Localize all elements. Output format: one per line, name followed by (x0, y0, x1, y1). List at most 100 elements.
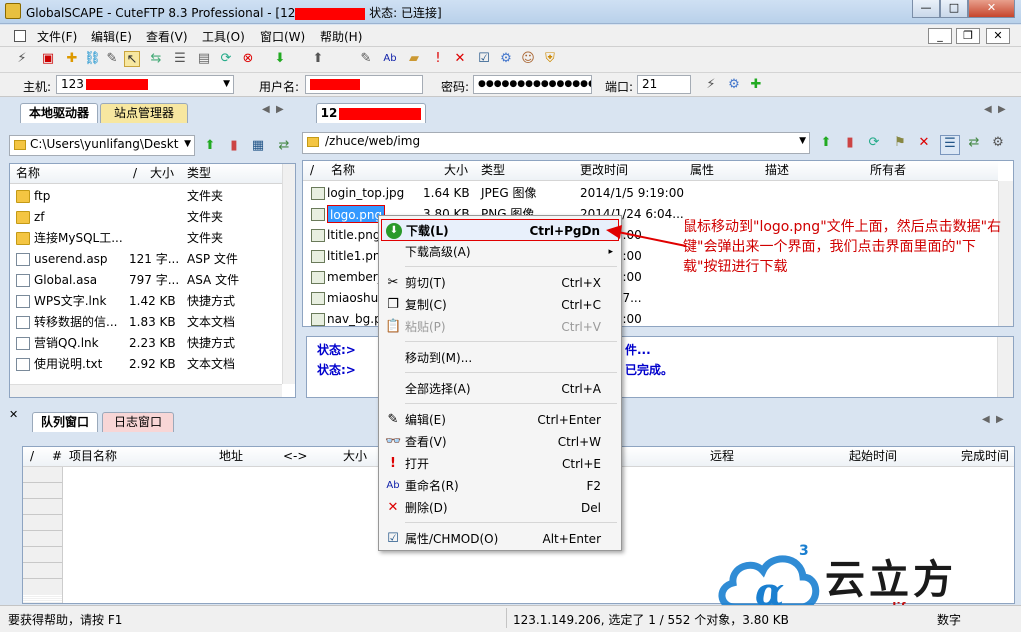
mdi-minimize-button[interactable]: _ (928, 28, 952, 44)
tab-site-manager[interactable]: 站点管理器 (100, 103, 188, 123)
local-file-row[interactable]: 转移数据的信... 1.83 KB 文本文档 (10, 312, 282, 333)
bookmark-icon[interactable]: ▮ (226, 138, 242, 154)
menu-view[interactable]: 查看(V) (146, 28, 188, 45)
upload-icon[interactable]: ⬆ (310, 51, 326, 67)
local-file-row[interactable]: Global.asa 797 字... ASA 文件 (10, 270, 282, 291)
server-icon[interactable]: ▤ (196, 51, 212, 67)
view-mode-icon[interactable]: ▦ (250, 138, 266, 154)
remote-view-mode-icon[interactable]: ☰ (940, 135, 960, 155)
file-name: zf (34, 210, 45, 224)
remote-tab-scroll-arrows[interactable]: ◀ ▶ (984, 104, 1006, 115)
delete-icon: ✕ (387, 500, 399, 515)
exclamation-icon[interactable]: ! (430, 51, 446, 67)
remote-filter-icon[interactable]: ⚑ (892, 135, 908, 151)
log-scrollbar[interactable] (997, 337, 1013, 397)
local-file-row[interactable]: WPS文字.lnk 1.42 KB 快捷方式 (10, 291, 282, 312)
menu-edit[interactable]: 编辑(E) (91, 28, 132, 45)
queue-tab-scroll-arrows[interactable]: ◀ ▶ (982, 414, 1004, 425)
minimize-button[interactable]: — (912, 0, 940, 18)
menu-item-label: 复制(C) (405, 298, 447, 312)
close-button[interactable]: ✕ (968, 0, 1015, 18)
support-icon[interactable]: ☺ (520, 51, 536, 67)
file-size: 2.92 KB (129, 357, 176, 371)
tab-scroll-arrows[interactable]: ◀ ▶ (262, 104, 284, 115)
tab-log-window[interactable]: 日志窗口 (102, 412, 174, 432)
menu-tools[interactable]: 工具(O) (202, 28, 245, 45)
local-path-input[interactable]: C:\Users\yunlifang\Deskt ▼ (9, 135, 195, 156)
disconnect-icon[interactable]: ⛓ (84, 51, 101, 67)
mdi-restore-button[interactable]: ❐ (956, 28, 980, 44)
connect-icon[interactable]: ⚡ (14, 51, 30, 67)
transfer-icon[interactable]: ⇆ (148, 51, 164, 67)
pointer-icon[interactable]: ↖ (124, 51, 140, 67)
context-menu-item[interactable]: ✂ 剪切(T) Ctrl+X (381, 272, 619, 294)
local-file-row[interactable]: ftp 文件夹 (10, 186, 282, 207)
username-input[interactable] (305, 75, 423, 94)
delete-icon[interactable]: ✕ (452, 51, 468, 67)
local-file-row[interactable]: userend.asp 121 字... ASP 文件 (10, 249, 282, 270)
context-menu-item[interactable]: 全部选择(A) Ctrl+A (381, 378, 619, 400)
status-bar: 要获得帮助，请按 F1 123.1.149.206, 选定了 1 / 552 个… (0, 605, 1021, 632)
local-file-row[interactable]: 营销QQ.lnk 2.23 KB 快捷方式 (10, 333, 282, 354)
host-input[interactable]: 123 ▼ (56, 75, 234, 94)
shield-icon[interactable]: ⛨ (542, 51, 558, 67)
context-menu-item[interactable]: ✎ 编辑(E) Ctrl+Enter (381, 409, 619, 431)
context-menu-item[interactable]: ✕ 删除(D) Del (381, 497, 619, 519)
rename-icon[interactable]: Ab (382, 51, 398, 67)
context-menu-item[interactable]: 下载高级(A) ▸ (381, 241, 619, 263)
local-file-row[interactable]: 连接MySQL工... 文件夹 (10, 228, 282, 249)
sync-icon[interactable]: ⇄ (276, 138, 292, 154)
up-folder-icon[interactable]: ⬆ (202, 138, 218, 154)
menu-window[interactable]: 窗口(W) (260, 28, 305, 45)
host-label: 主机: (23, 80, 52, 94)
remote-refresh-icon[interactable]: ⟳ (866, 135, 882, 151)
mdi-close-button[interactable]: ✕ (986, 28, 1010, 44)
menu-item-label: 编辑(E) (405, 413, 446, 427)
tab-local-drive[interactable]: 本地驱动器 (20, 103, 98, 123)
remote-path-input[interactable]: /zhuce/web/img ▼ (302, 132, 810, 154)
context-menu-item[interactable]: 👓 查看(V) Ctrl+W (381, 431, 619, 453)
stop-icon[interactable]: ⊗ (240, 51, 256, 67)
edit-icon[interactable]: ✎ (358, 51, 374, 67)
file-icon (16, 295, 30, 308)
new-icon[interactable]: ✚ (64, 51, 80, 67)
port-input[interactable]: 21 (637, 75, 691, 94)
tab-queue-window[interactable]: 队列窗口 (32, 412, 98, 432)
password-input[interactable]: ●●●●●●●●●●●●●●● (473, 75, 592, 94)
filter-icon[interactable]: ☰ (172, 51, 188, 67)
quick-connect-icon[interactable]: ⚡ (703, 77, 719, 93)
remote-bookmark-icon[interactable]: ▮ (842, 135, 858, 151)
annotation-arrow (606, 225, 687, 247)
folder-icon[interactable]: ▰ (406, 51, 422, 67)
download-icon[interactable]: ⬇ (272, 51, 288, 67)
properties-icon[interactable]: ☑ (476, 51, 492, 67)
remote-up-folder-icon[interactable]: ⬆ (818, 135, 834, 151)
remote-more-icon[interactable]: ⚙ (990, 135, 1006, 151)
remote-delete-icon[interactable]: ✕ (916, 135, 932, 151)
refresh-icon[interactable]: ⟳ (218, 51, 234, 67)
remote-file-row[interactable]: login_top.jpg 1.64 KB JPEG 图像 2014/1/5 9:19… (303, 183, 998, 204)
menu-separator (405, 522, 617, 523)
queue-close-icon[interactable]: ✕ (9, 408, 18, 421)
context-menu-item[interactable]: ❐ 复制(C) Ctrl+C (381, 294, 619, 316)
gear-icon[interactable]: ⚙ (498, 51, 514, 67)
context-menu-item[interactable]: ☑ 属性/CHMOD(O) Alt+Enter (381, 528, 619, 550)
file-name: userend.asp (34, 252, 108, 266)
context-menu-item[interactable]: ⬇ 下载(L) Ctrl+PgDn (381, 219, 619, 241)
tab-remote-site[interactable]: 12 (316, 103, 426, 123)
quick-connect-icon[interactable]: ▣ (40, 51, 56, 67)
settings-icon[interactable]: ⚙ (726, 77, 742, 93)
context-menu-item[interactable]: ! 打开 Ctrl+E (381, 453, 619, 475)
local-hscrollbar[interactable] (10, 384, 282, 397)
context-menu-item[interactable]: 移动到(M)... (381, 347, 619, 369)
menu-help[interactable]: 帮助(H) (320, 28, 362, 45)
menu-file[interactable]: 文件(F) (37, 28, 77, 45)
context-menu-item[interactable]: Ab 重命名(R) F2 (381, 475, 619, 497)
remote-compare-icon[interactable]: ⇄ (966, 135, 982, 151)
pen-icon[interactable]: ✎ (104, 51, 120, 67)
local-file-row[interactable]: zf 文件夹 (10, 207, 282, 228)
local-file-row[interactable]: 使用说明.txt 2.92 KB 文本文档 (10, 354, 282, 375)
local-vscrollbar[interactable] (282, 164, 295, 384)
maximize-button[interactable]: □ (940, 0, 968, 18)
add-site-icon[interactable]: ✚ (748, 77, 764, 93)
